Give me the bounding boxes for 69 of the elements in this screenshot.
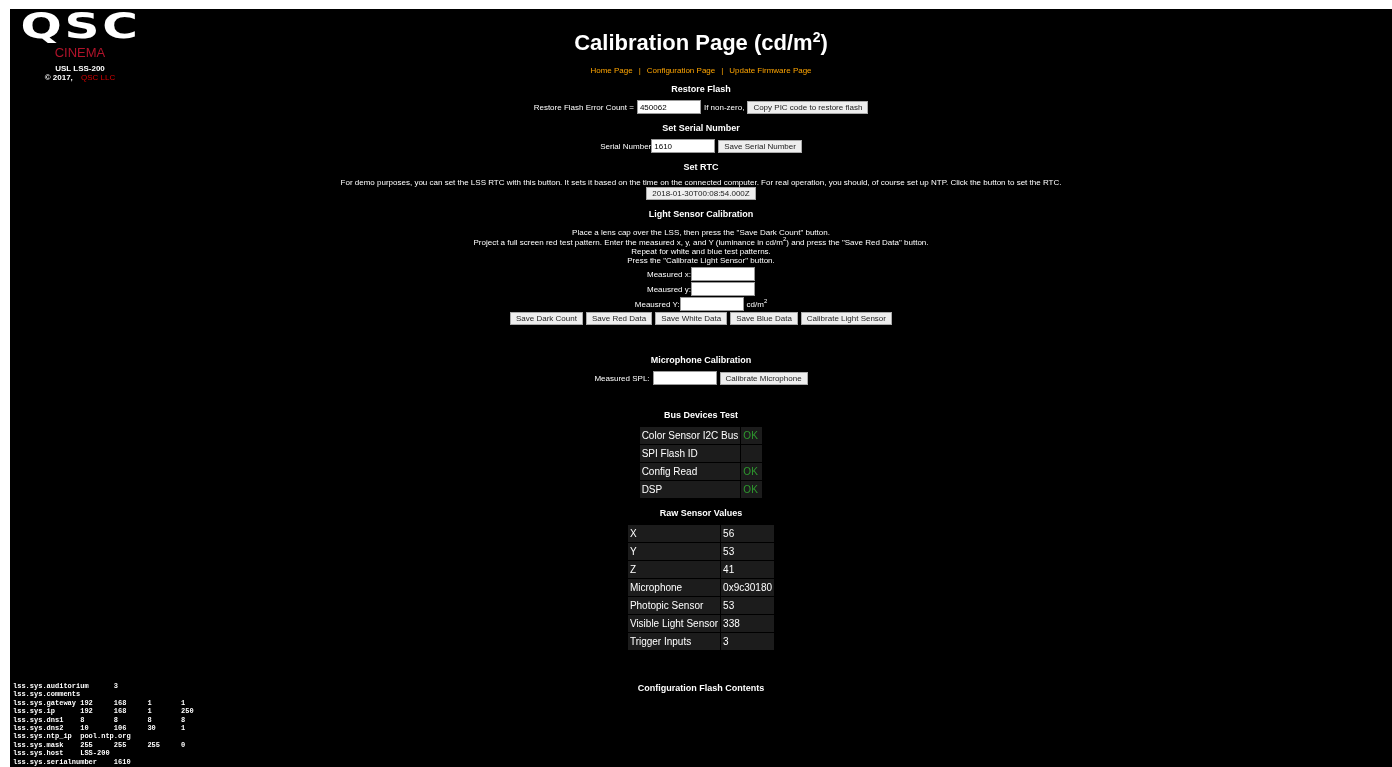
- status-cell: OK: [741, 427, 763, 445]
- hint-text: If non-zero,: [703, 102, 745, 112]
- nav-link[interactable]: Configuration Page: [646, 66, 716, 76]
- section-heading: Bus Devices Test: [664, 410, 738, 421]
- calibration-button[interactable]: Save White Data: [655, 312, 728, 326]
- spl-field[interactable]: [652, 371, 717, 386]
- table-cell: X: [627, 525, 721, 543]
- table-cell: 53: [721, 597, 775, 615]
- section-heading: Microphone Calibration: [650, 355, 752, 366]
- save-serial-button[interactable]: Save Serial Number: [718, 139, 802, 153]
- instruction-text: Repeat for white and blue test patterns.: [631, 247, 771, 257]
- rtc-description: For demo purposes, you can set the LSS RTC with this button. It sets it based on the time on the connected computer. For real operation, you should, of course set up NTP. Click the button to set the RTC.: [340, 178, 1062, 188]
- status-cell: OK: [741, 481, 763, 499]
- model-name: USL LSS-200: [55, 64, 105, 73]
- section-heading: Configuration Flash Contents: [637, 683, 765, 694]
- field-label: Measured x:: [647, 269, 691, 279]
- table-cell: Color Sensor I2C Bus: [639, 427, 741, 445]
- table-cell: Trigger Inputs: [627, 633, 721, 651]
- field-label: Meausred Y:: [634, 299, 680, 309]
- section-heading: Set RTC: [683, 162, 719, 173]
- logo: QSC: [19, 9, 141, 43]
- measurement-field[interactable]: [691, 282, 755, 297]
- table-cell: 56: [721, 525, 775, 543]
- logo-subtitle: CINEMA: [54, 46, 106, 60]
- table-cell: 0x9c30180: [721, 579, 775, 597]
- table-cell: SPI Flash ID: [639, 445, 741, 463]
- table-cell: Microphone: [627, 579, 721, 597]
- field-label: Restore Flash Error Count =: [533, 102, 634, 112]
- nav-separator: |: [638, 66, 641, 76]
- instruction-text: Project a full screen red test pattern. Enter the measured x, y, and Y (luminance in cd/m$^{2}$) and press the "Save Red Data" button.: [473, 238, 929, 248]
- copyright: © 2017,: [44, 73, 73, 82]
- error-count-field[interactable]: 450062: [636, 100, 701, 115]
- unit-label: cd/m$^{2}$: [746, 299, 768, 309]
- table-cell: 41: [721, 561, 775, 579]
- calibrate-microphone-button[interactable]: Calibrate Microphone: [719, 371, 808, 385]
- calibration-button[interactable]: Save Red Data: [585, 312, 653, 326]
- table-cell: Visible Light Sensor: [627, 615, 721, 633]
- table-cell: 3: [721, 633, 775, 651]
- table-cell: 338: [721, 615, 775, 633]
- nav-separator: |: [721, 66, 724, 76]
- calibration-button[interactable]: Calibrate Light Sensor: [800, 312, 892, 326]
- calibration-button[interactable]: Save Dark Count: [510, 312, 583, 326]
- nav-link[interactable]: Update Firmware Page: [729, 66, 812, 76]
- table-cell: Config Read: [639, 463, 741, 481]
- table-cell: Z: [627, 561, 721, 579]
- company-link[interactable]: QSC LLC: [81, 73, 116, 82]
- measurement-field[interactable]: [691, 267, 755, 282]
- copy-pic-button[interactable]: Copy PIC code to restore flash: [747, 100, 869, 114]
- section-heading: Raw Sensor Values: [659, 508, 743, 519]
- table-cell: Y: [627, 543, 721, 561]
- section-heading: Light Sensor Calibration: [648, 209, 754, 220]
- measurement-field[interactable]: [679, 297, 744, 312]
- table-cell: [741, 445, 763, 463]
- instruction-text: Press the "Calibrate Light Sensor" button.: [627, 256, 775, 266]
- table-cell: Photopic Sensor: [627, 597, 721, 615]
- status-cell: OK: [741, 463, 763, 481]
- field-label: Serial Number: [600, 141, 652, 151]
- serial-number-field[interactable]: 1610: [651, 139, 716, 154]
- calibration-button[interactable]: Save Blue Data: [730, 312, 798, 326]
- section-heading: Set Serial Number: [662, 123, 740, 134]
- table-cell: DSP: [639, 481, 741, 499]
- page-title: Calibration Page (cd/m$^{2}$): [574, 28, 828, 57]
- instruction-text: Place a lens cap over the LSS, then press the "Save Dark Count" button.: [572, 228, 830, 238]
- table-cell: 53: [721, 543, 775, 561]
- set-rtc-button[interactable]: 2018-01-30T00:08:54.000Z: [646, 187, 756, 201]
- nav-link[interactable]: Home Page: [590, 66, 633, 76]
- section-heading: Restore Flash: [671, 84, 731, 95]
- field-label: Meausred y:: [647, 284, 691, 294]
- field-label: Measured SPL:: [594, 373, 650, 383]
